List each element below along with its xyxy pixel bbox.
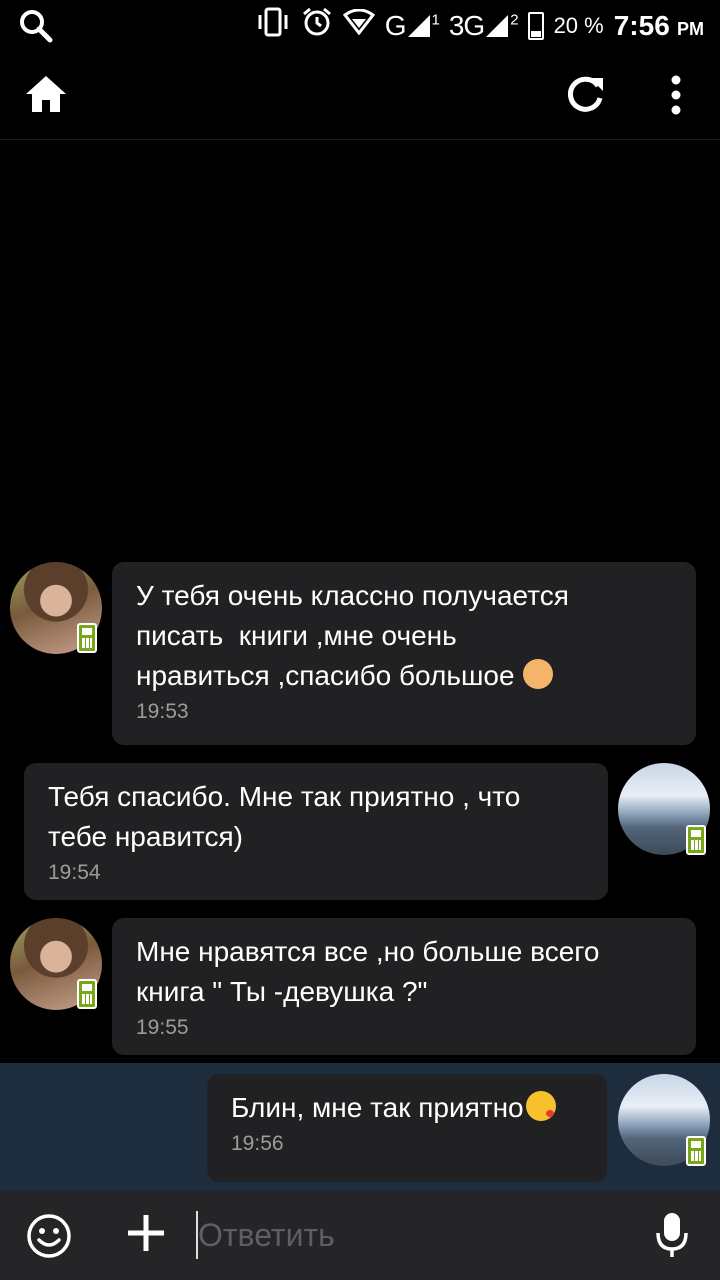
sim1-index: 1: [431, 11, 440, 29]
mobile-online-icon: [77, 979, 97, 1009]
battery-icon: [527, 11, 544, 40]
vibrate-icon: [255, 7, 291, 44]
message-time: 19:54: [48, 861, 101, 884]
search-icon[interactable]: [18, 8, 54, 49]
smiley-icon[interactable]: [26, 1213, 72, 1264]
sim2-signal: 3G 2: [448, 9, 519, 42]
message-text: Тебя спасибо. Мне так приятно , что тебе…: [48, 781, 521, 852]
message-time: 19:56: [231, 1132, 284, 1155]
refresh-icon[interactable]: [564, 74, 606, 121]
clock: 7:56 PM: [614, 10, 704, 42]
microphone-icon[interactable]: [654, 1211, 690, 1264]
reply-bar: [0, 1191, 720, 1280]
kiss-emoji: [525, 1091, 556, 1121]
message-bubble-outgoing[interactable]: Тебя спасибо. Мне так приятно , что тебе…: [24, 763, 608, 900]
message-text: Блин, мне так приятно: [231, 1088, 583, 1128]
message-time: 19:53: [136, 700, 189, 723]
ok-hand-emoji: [522, 659, 553, 689]
home-icon[interactable]: [24, 74, 68, 119]
clock-am-pm: PM: [677, 18, 704, 39]
alarm-icon: [301, 6, 333, 45]
message-bubble-outgoing[interactable]: Блин, мне так приятно 19:56: [207, 1074, 607, 1182]
message-time: 19:55: [136, 1016, 189, 1039]
sim2-index: 2: [510, 11, 518, 29]
plus-icon[interactable]: [126, 1213, 166, 1258]
battery-percent: 20 %: [553, 12, 604, 38]
more-vertical-icon[interactable]: [664, 74, 688, 121]
message-bubble-incoming[interactable]: У тебя очень классно получается писать к…: [112, 562, 696, 745]
message-text: Мне нравятся все ,но больше всего книга …: [136, 936, 600, 1007]
mobile-online-icon: [77, 623, 97, 653]
clock-time: 7:56: [613, 9, 670, 41]
mobile-online-icon: [686, 825, 706, 855]
message-bubble-incoming[interactable]: Мне нравятся все ,но больше всего книга …: [112, 918, 696, 1055]
reply-input[interactable]: [198, 1209, 638, 1261]
message-text: У тебя очень классно получается писать к…: [136, 580, 569, 691]
status-bar: G1 3G 2 20 % 7:56 PM: [0, 0, 720, 52]
sim2-network-label: 3G: [448, 9, 485, 41]
sim1-signal: G1: [384, 9, 440, 42]
app-bar: [0, 52, 720, 140]
mobile-online-icon: [686, 1136, 706, 1166]
wifi-icon: [342, 8, 375, 42]
sim1-network-label: G: [384, 9, 407, 41]
